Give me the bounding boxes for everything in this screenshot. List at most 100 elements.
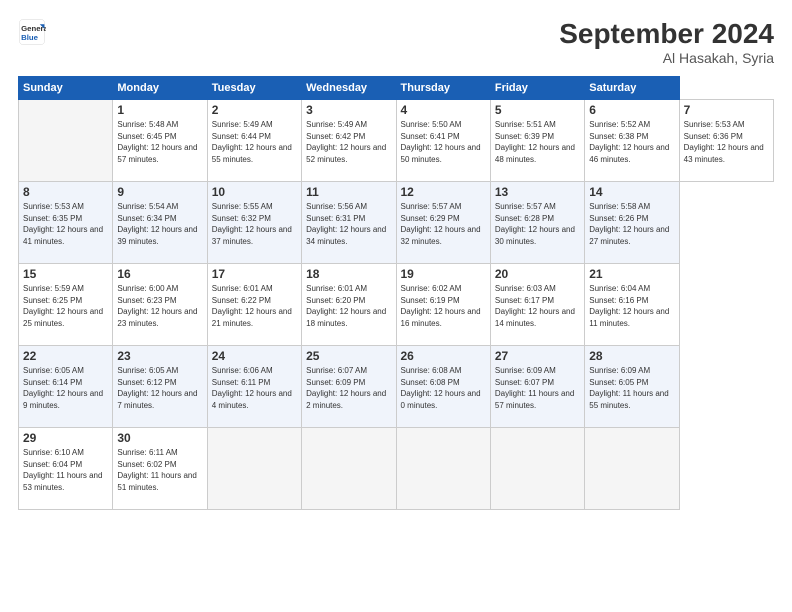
day-number: 5 <box>495 103 580 117</box>
day-number: 20 <box>495 267 580 281</box>
day-info: Sunrise: 5:50 AM Sunset: 6:41 PM Dayligh… <box>401 119 486 165</box>
day-number: 8 <box>23 185 108 199</box>
calendar-cell: 1 Sunrise: 5:48 AM Sunset: 6:45 PM Daylig… <box>113 100 207 182</box>
day-info: Sunrise: 6:01 AM Sunset: 6:20 PM Dayligh… <box>306 283 391 329</box>
calendar-week-row: 8 Sunrise: 5:53 AM Sunset: 6:35 PM Daylig… <box>19 182 774 264</box>
calendar-cell <box>585 428 679 510</box>
day-number: 19 <box>401 267 486 281</box>
day-info: Sunrise: 6:05 AM Sunset: 6:12 PM Dayligh… <box>117 365 202 411</box>
day-info: Sunrise: 5:56 AM Sunset: 6:31 PM Dayligh… <box>306 201 391 247</box>
calendar-cell <box>207 428 301 510</box>
calendar-cell: 24 Sunrise: 6:06 AM Sunset: 6:11 PM Dayli… <box>207 346 301 428</box>
logo-icon: General Blue <box>18 18 46 46</box>
day-number: 27 <box>495 349 580 363</box>
day-number: 21 <box>589 267 674 281</box>
location-subtitle: Al Hasakah, Syria <box>559 50 774 66</box>
day-info: Sunrise: 6:01 AM Sunset: 6:22 PM Dayligh… <box>212 283 297 329</box>
day-number: 7 <box>684 103 769 117</box>
calendar-cell: 15 Sunrise: 5:59 AM Sunset: 6:25 PM Dayli… <box>19 264 113 346</box>
day-number: 9 <box>117 185 202 199</box>
weekday-header-tuesday: Tuesday <box>207 77 301 100</box>
day-info: Sunrise: 6:06 AM Sunset: 6:11 PM Dayligh… <box>212 365 297 411</box>
day-info: Sunrise: 5:53 AM Sunset: 6:35 PM Dayligh… <box>23 201 108 247</box>
weekday-header-thursday: Thursday <box>396 77 490 100</box>
day-number: 6 <box>589 103 674 117</box>
day-info: Sunrise: 5:52 AM Sunset: 6:38 PM Dayligh… <box>589 119 674 165</box>
day-number: 16 <box>117 267 202 281</box>
calendar-cell: 3Sunrise: 5:49 AM Sunset: 6:42 PM Daylig… <box>302 100 396 182</box>
calendar-week-row: 29 Sunrise: 6:10 AM Sunset: 6:04 PM Dayli… <box>19 428 774 510</box>
calendar-cell: 28Sunrise: 6:09 AM Sunset: 6:05 PM Dayli… <box>585 346 679 428</box>
calendar-cell: 27 Sunrise: 6:09 AM Sunset: 6:07 PM Dayli… <box>490 346 584 428</box>
calendar-cell: 17 Sunrise: 6:01 AM Sunset: 6:22 PM Dayli… <box>207 264 301 346</box>
day-info: Sunrise: 5:54 AM Sunset: 6:34 PM Dayligh… <box>117 201 202 247</box>
calendar-cell: 18 Sunrise: 6:01 AM Sunset: 6:20 PM Dayli… <box>302 264 396 346</box>
calendar-cell <box>302 428 396 510</box>
day-number: 1 <box>117 103 202 117</box>
calendar-cell: 8 Sunrise: 5:53 AM Sunset: 6:35 PM Daylig… <box>19 182 113 264</box>
day-info: Sunrise: 5:59 AM Sunset: 6:25 PM Dayligh… <box>23 283 108 329</box>
day-number: 15 <box>23 267 108 281</box>
weekday-header-friday: Friday <box>490 77 584 100</box>
day-number: 13 <box>495 185 580 199</box>
title-block: September 2024 Al Hasakah, Syria <box>559 18 774 66</box>
calendar-cell: 6 Sunrise: 5:52 AM Sunset: 6:38 PM Daylig… <box>585 100 679 182</box>
calendar-cell: 16 Sunrise: 6:00 AM Sunset: 6:23 PM Dayli… <box>113 264 207 346</box>
calendar-cell <box>19 100 113 182</box>
day-info: Sunrise: 5:57 AM Sunset: 6:28 PM Dayligh… <box>495 201 580 247</box>
calendar-cell <box>396 428 490 510</box>
calendar-week-row: 15 Sunrise: 5:59 AM Sunset: 6:25 PM Dayli… <box>19 264 774 346</box>
weekday-header-sunday: Sunday <box>19 77 113 100</box>
day-info: Sunrise: 5:48 AM Sunset: 6:45 PM Dayligh… <box>117 119 202 165</box>
calendar-cell <box>490 428 584 510</box>
calendar-cell: 2 Sunrise: 5:49 AM Sunset: 6:44 PM Daylig… <box>207 100 301 182</box>
day-number: 17 <box>212 267 297 281</box>
calendar-cell: 21 Sunrise: 6:04 AM Sunset: 6:16 PM Dayli… <box>585 264 679 346</box>
day-info: Sunrise: 6:03 AM Sunset: 6:17 PM Dayligh… <box>495 283 580 329</box>
header: General Blue General Blue September 2024… <box>18 18 774 66</box>
calendar-cell: 7 Sunrise: 5:53 AM Sunset: 6:36 PM Daylig… <box>679 100 773 182</box>
day-info: Sunrise: 5:49 AM Sunset: 6:42 PM Dayligh… <box>306 119 391 165</box>
day-info: Sunrise: 6:04 AM Sunset: 6:16 PM Dayligh… <box>589 283 674 329</box>
day-info: Sunrise: 6:00 AM Sunset: 6:23 PM Dayligh… <box>117 283 202 329</box>
day-info: Sunrise: 6:09 AM Sunset: 6:05 PM Dayligh… <box>589 365 674 411</box>
day-number: 18 <box>306 267 391 281</box>
calendar-cell: 9 Sunrise: 5:54 AM Sunset: 6:34 PM Daylig… <box>113 182 207 264</box>
weekday-header-monday: Monday <box>113 77 207 100</box>
day-info: Sunrise: 6:09 AM Sunset: 6:07 PM Dayligh… <box>495 365 580 411</box>
day-number: 26 <box>401 349 486 363</box>
calendar-cell: 20 Sunrise: 6:03 AM Sunset: 6:17 PM Dayli… <box>490 264 584 346</box>
logo: General Blue General Blue <box>18 18 46 46</box>
day-number: 23 <box>117 349 202 363</box>
calendar-cell: 23 Sunrise: 6:05 AM Sunset: 6:12 PM Dayli… <box>113 346 207 428</box>
calendar-cell: 19 Sunrise: 6:02 AM Sunset: 6:19 PM Dayli… <box>396 264 490 346</box>
day-info: Sunrise: 6:02 AM Sunset: 6:19 PM Dayligh… <box>401 283 486 329</box>
svg-text:Blue: Blue <box>21 33 39 42</box>
day-number: 22 <box>23 349 108 363</box>
day-number: 2 <box>212 103 297 117</box>
day-info: Sunrise: 5:53 AM Sunset: 6:36 PM Dayligh… <box>684 119 769 165</box>
month-title: September 2024 <box>559 18 774 50</box>
day-number: 30 <box>117 431 202 445</box>
calendar-table: SundayMondayTuesdayWednesdayThursdayFrid… <box>18 76 774 510</box>
calendar-cell: 10Sunrise: 5:55 AM Sunset: 6:32 PM Dayli… <box>207 182 301 264</box>
calendar-cell: 25Sunrise: 6:07 AM Sunset: 6:09 PM Dayli… <box>302 346 396 428</box>
day-info: Sunrise: 6:08 AM Sunset: 6:08 PM Dayligh… <box>401 365 486 411</box>
calendar-page: General Blue General Blue September 2024… <box>0 0 792 612</box>
calendar-week-row: 22Sunrise: 6:05 AM Sunset: 6:14 PM Dayli… <box>19 346 774 428</box>
day-info: Sunrise: 5:58 AM Sunset: 6:26 PM Dayligh… <box>589 201 674 247</box>
calendar-cell: 11Sunrise: 5:56 AM Sunset: 6:31 PM Dayli… <box>302 182 396 264</box>
day-info: Sunrise: 6:10 AM Sunset: 6:04 PM Dayligh… <box>23 447 108 493</box>
day-info: Sunrise: 5:49 AM Sunset: 6:44 PM Dayligh… <box>212 119 297 165</box>
day-number: 25 <box>306 349 391 363</box>
calendar-cell: 14Sunrise: 5:58 AM Sunset: 6:26 PM Dayli… <box>585 182 679 264</box>
day-info: Sunrise: 5:55 AM Sunset: 6:32 PM Dayligh… <box>212 201 297 247</box>
calendar-cell: 30Sunrise: 6:11 AM Sunset: 6:02 PM Dayli… <box>113 428 207 510</box>
day-number: 24 <box>212 349 297 363</box>
day-info: Sunrise: 5:57 AM Sunset: 6:29 PM Dayligh… <box>401 201 486 247</box>
calendar-week-row: 1 Sunrise: 5:48 AM Sunset: 6:45 PM Daylig… <box>19 100 774 182</box>
day-number: 29 <box>23 431 108 445</box>
weekday-header-saturday: Saturday <box>585 77 679 100</box>
weekday-header-wednesday: Wednesday <box>302 77 396 100</box>
day-number: 12 <box>401 185 486 199</box>
